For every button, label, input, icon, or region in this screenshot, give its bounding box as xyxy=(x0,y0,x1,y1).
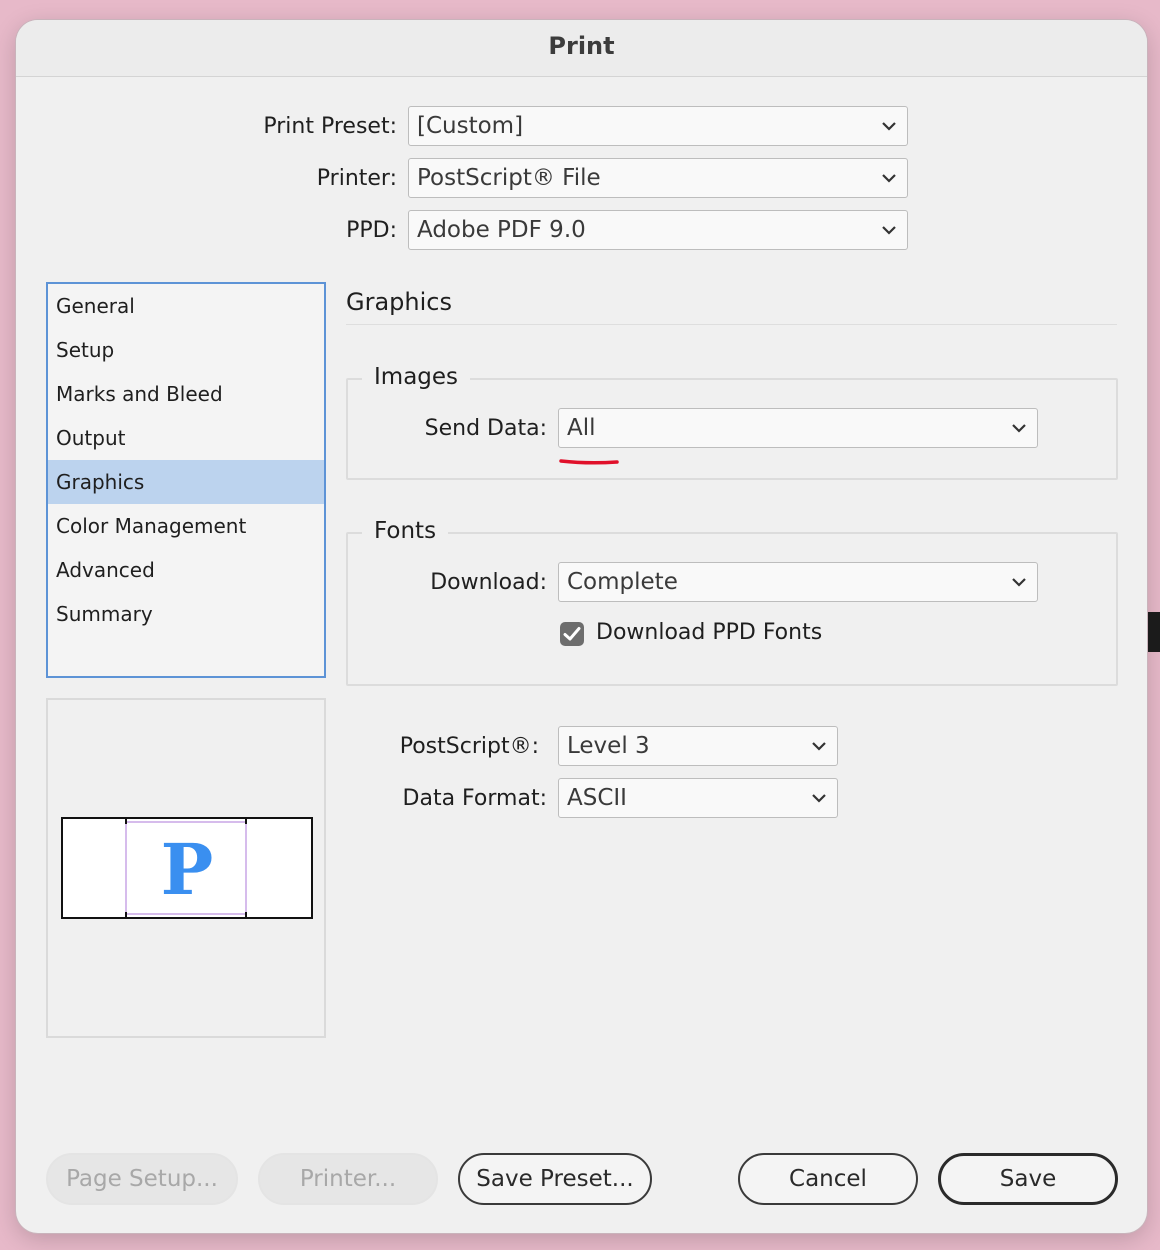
chevron-down-icon xyxy=(1012,578,1026,587)
category-list: General Setup Marks and Bleed Output Gra… xyxy=(46,282,326,678)
download-ppd-fonts-checkbox[interactable] xyxy=(560,622,584,646)
sidebar-item-summary[interactable]: Summary xyxy=(48,592,324,636)
postscript-value: Level 3 xyxy=(567,733,650,759)
ppd-value: Adobe PDF 9.0 xyxy=(417,217,586,243)
sidebar-item-marks-and-bleed[interactable]: Marks and Bleed xyxy=(48,372,324,416)
printer-button[interactable]: Printer... xyxy=(258,1153,438,1205)
title-bar: Print xyxy=(16,20,1147,77)
postscript-label: PostScript®: xyxy=(399,734,539,759)
images-group-label: Images xyxy=(362,364,471,390)
fonts-group xyxy=(346,532,1118,686)
send-data-select[interactable]: All xyxy=(558,408,1038,448)
fonts-group-label: Fonts xyxy=(362,518,449,544)
panel-title: Graphics xyxy=(346,288,452,316)
download-select[interactable]: Complete xyxy=(558,562,1038,602)
send-data-value: All xyxy=(567,415,596,441)
cancel-button[interactable]: Cancel xyxy=(738,1153,918,1205)
page-preview-thumbnail: P xyxy=(61,817,313,919)
send-data-label: Send Data: xyxy=(424,416,547,441)
page-preview: P xyxy=(46,698,326,1038)
preview-glyph: P xyxy=(161,828,214,911)
data-format-label: Data Format: xyxy=(402,786,547,811)
sidebar-item-graphics[interactable]: Graphics xyxy=(48,460,324,504)
download-value: Complete xyxy=(567,569,678,595)
chevron-down-icon xyxy=(882,174,896,183)
dialog-title: Print xyxy=(548,32,615,60)
ppd-select[interactable]: Adobe PDF 9.0 xyxy=(408,210,908,250)
ppd-label: PPD: xyxy=(346,218,397,243)
save-button[interactable]: Save xyxy=(938,1153,1118,1205)
download-ppd-fonts-label[interactable]: Download PPD Fonts xyxy=(596,620,822,645)
printer-value: PostScript® File xyxy=(417,165,601,191)
print-preset-value: [Custom] xyxy=(417,113,524,139)
sidebar-item-setup[interactable]: Setup xyxy=(48,328,324,372)
background-window-edge xyxy=(1148,612,1160,652)
sidebar-item-advanced[interactable]: Advanced xyxy=(48,548,324,592)
print-dialog: Print Print Preset: [Custom] Printer: Po… xyxy=(16,20,1147,1233)
print-preset-label: Print Preset: xyxy=(263,114,397,139)
page-setup-button[interactable]: Page Setup... xyxy=(46,1153,238,1205)
sidebar-item-general[interactable]: General xyxy=(48,284,324,328)
printer-label: Printer: xyxy=(316,166,397,191)
chevron-down-icon xyxy=(882,226,896,235)
chevron-down-icon xyxy=(812,742,826,751)
data-format-value: ASCII xyxy=(567,785,627,811)
printer-select[interactable]: PostScript® File xyxy=(408,158,908,198)
sidebar-item-output[interactable]: Output xyxy=(48,416,324,460)
red-underline-annotation xyxy=(559,459,619,465)
panel-divider xyxy=(346,324,1117,325)
data-format-select[interactable]: ASCII xyxy=(558,778,838,818)
save-preset-button[interactable]: Save Preset... xyxy=(458,1153,652,1205)
download-label: Download: xyxy=(430,570,547,595)
sidebar-item-color-management[interactable]: Color Management xyxy=(48,504,324,548)
postscript-select[interactable]: Level 3 xyxy=(558,726,838,766)
chevron-down-icon xyxy=(882,122,896,131)
checkmark-icon xyxy=(563,627,581,641)
chevron-down-icon xyxy=(812,794,826,803)
print-preset-select[interactable]: [Custom] xyxy=(408,106,908,146)
chevron-down-icon xyxy=(1012,424,1026,433)
